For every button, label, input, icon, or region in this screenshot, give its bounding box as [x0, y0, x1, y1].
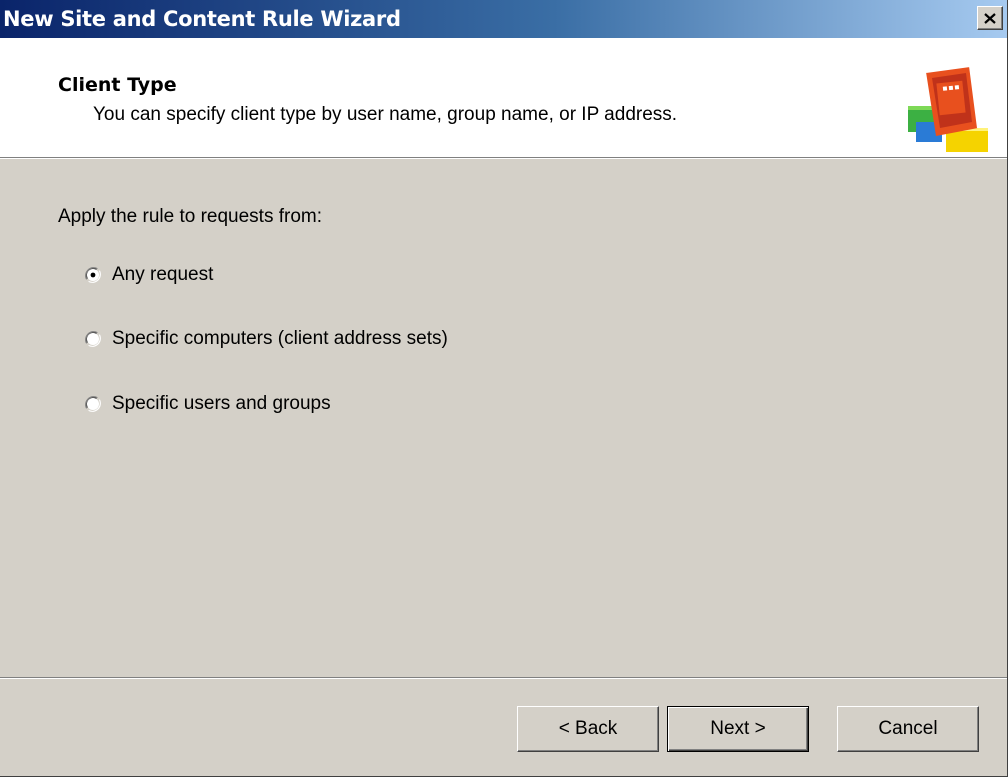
radio-selected-icon[interactable]	[84, 266, 102, 284]
page-title: Client Type	[58, 74, 177, 96]
window-title: New Site and Content Rule Wizard	[3, 7, 401, 31]
radio-unselected-icon[interactable]	[84, 330, 102, 348]
page-subtitle: You can specify client type by user name…	[93, 104, 678, 125]
header-divider	[0, 157, 1007, 159]
close-button[interactable]	[977, 6, 1003, 30]
cancel-button[interactable]: Cancel	[837, 706, 979, 752]
wizard-rule-icon	[908, 64, 988, 152]
footer-divider	[0, 677, 1007, 679]
wizard-window: New Site and Content Rule Wizard Client …	[0, 0, 1008, 777]
back-button[interactable]: < Back	[517, 706, 659, 752]
option-label: Any request	[112, 264, 214, 285]
next-button[interactable]: Next >	[667, 706, 809, 752]
option-label: Specific users and groups	[112, 393, 331, 414]
option-label: Specific computers (client address sets)	[112, 328, 448, 349]
option-any-request[interactable]: Any request	[84, 264, 213, 286]
close-icon	[984, 12, 996, 24]
title-bar[interactable]: New Site and Content Rule Wizard	[0, 0, 1007, 38]
radio-unselected-icon[interactable]	[84, 395, 102, 413]
option-specific-users[interactable]: Specific users and groups	[84, 393, 331, 415]
apply-prompt: Apply the rule to requests from:	[58, 206, 323, 227]
wizard-header: Client Type You can specify client type …	[0, 38, 1007, 157]
option-specific-computers[interactable]: Specific computers (client address sets)	[84, 328, 448, 350]
